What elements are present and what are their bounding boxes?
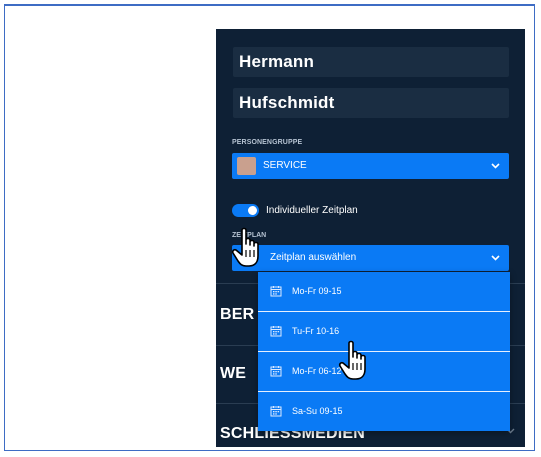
zeitplan-option[interactable]: Mo-Fr 09-15 bbox=[258, 272, 510, 311]
zeitplan-option-label: Tu-Fr 10-16 bbox=[292, 326, 340, 336]
zeitplan-dropdown-menu: Mo-Fr 09-15 Tu-Fr 10-16 Mo-Fr 06-12 Sa-S… bbox=[258, 272, 510, 431]
zeitplan-option[interactable]: Sa-Su 09-15 bbox=[258, 392, 510, 431]
section-header-ber[interactable]: BER bbox=[220, 306, 254, 324]
individual-schedule-toggle[interactable] bbox=[232, 204, 259, 217]
calendar-icon bbox=[270, 366, 282, 377]
first-name-field[interactable]: Hermann bbox=[233, 47, 509, 77]
personengruppe-select[interactable]: SERVICE bbox=[232, 153, 509, 179]
personengruppe-value: SERVICE bbox=[263, 160, 307, 171]
individual-schedule-label: Individueller Zeitplan bbox=[266, 205, 358, 216]
zeitplan-option[interactable]: Mo-Fr 06-12 bbox=[258, 352, 510, 391]
toggle-knob bbox=[248, 206, 257, 215]
section-header-we[interactable]: WE bbox=[220, 365, 246, 383]
calendar-icon bbox=[270, 286, 282, 297]
hand-pointer-icon bbox=[231, 227, 259, 267]
zeitplan-select[interactable]: Zeitplan auswählen bbox=[232, 245, 509, 271]
personengruppe-label: PERSONENGRUPPE bbox=[232, 139, 303, 146]
chevron-down-icon bbox=[491, 153, 500, 179]
zeitplan-option-label: Sa-Su 09-15 bbox=[292, 406, 343, 416]
zeitplan-option[interactable]: Tu-Fr 10-16 bbox=[258, 312, 510, 351]
group-color-swatch bbox=[237, 157, 256, 175]
hand-pointer-icon bbox=[338, 340, 366, 380]
last-name-field[interactable]: Hufschmidt bbox=[233, 88, 509, 118]
zeitplan-option-label: Mo-Fr 06-12 bbox=[292, 366, 342, 376]
chevron-down-icon bbox=[491, 245, 500, 271]
zeitplan-option-label: Mo-Fr 09-15 bbox=[292, 286, 342, 296]
calendar-icon bbox=[270, 326, 282, 337]
zeitplan-placeholder: Zeitplan auswählen bbox=[270, 252, 357, 263]
calendar-icon bbox=[270, 406, 282, 417]
